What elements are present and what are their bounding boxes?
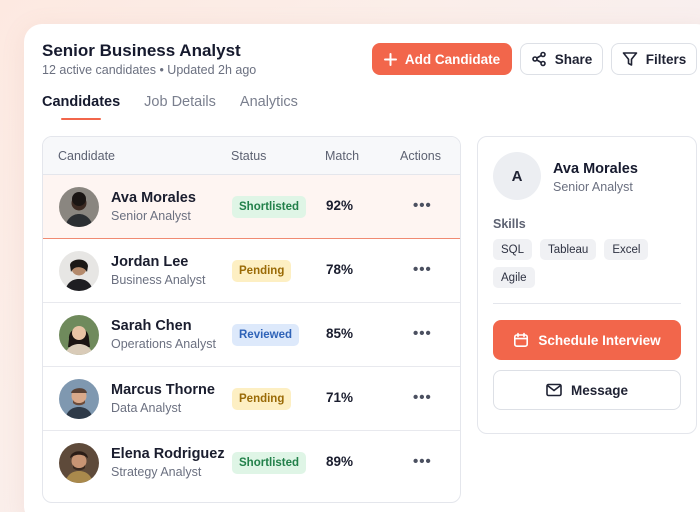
candidates-table: Candidate Status Match Actions Ava Moral… bbox=[42, 136, 461, 503]
add-candidate-label: Add Candidate bbox=[404, 51, 501, 67]
table-row[interactable]: Sarah Chen Operations Analyst Reviewed 8… bbox=[43, 303, 460, 367]
match-score: 85% bbox=[326, 326, 354, 341]
tab-job-details[interactable]: Job Details bbox=[144, 94, 216, 110]
tab-analytics[interactable]: Analytics bbox=[240, 94, 298, 110]
message-label: Message bbox=[570, 382, 629, 398]
skill-chip: Excel bbox=[604, 239, 649, 260]
column-header-status: Status bbox=[231, 149, 267, 163]
column-header-actions: Actions bbox=[400, 149, 441, 163]
avatar bbox=[59, 251, 99, 291]
match-score: 92% bbox=[326, 198, 354, 213]
table-header: Candidate Status Match Actions bbox=[43, 137, 460, 175]
share-icon bbox=[531, 51, 546, 67]
match-score: 78% bbox=[326, 262, 354, 277]
candidate-role: Strategy Analyst bbox=[111, 465, 202, 479]
add-candidate-button[interactable]: Add Candidate bbox=[372, 43, 512, 75]
avatar: A bbox=[493, 152, 541, 200]
filter-icon bbox=[622, 52, 638, 66]
active-tab-indicator bbox=[61, 118, 101, 120]
more-actions-icon[interactable]: ••• bbox=[413, 453, 432, 470]
share-button[interactable]: Share bbox=[520, 43, 603, 75]
column-header-match: Match bbox=[325, 149, 360, 163]
tab-candidates[interactable]: Candidates bbox=[42, 94, 120, 110]
status-badge: Pending bbox=[232, 388, 292, 410]
skill-chip: Tableau bbox=[540, 239, 597, 260]
candidate-name: Elena Rodriguez bbox=[111, 446, 225, 462]
more-actions-icon[interactable]: ••• bbox=[413, 389, 432, 406]
avatar bbox=[59, 379, 99, 419]
status-badge: Shortlisted bbox=[232, 452, 307, 474]
calendar-icon bbox=[514, 332, 529, 347]
candidate-name: Sarah Chen bbox=[111, 318, 192, 334]
page-title: Senior Business Analyst bbox=[42, 41, 241, 60]
detail-role: Senior Analyst bbox=[553, 180, 633, 194]
skill-chip: Agile bbox=[493, 267, 535, 288]
avatar bbox=[59, 187, 99, 227]
filters-button[interactable]: Filters bbox=[611, 43, 697, 75]
share-label: Share bbox=[554, 51, 593, 67]
more-actions-icon[interactable]: ••• bbox=[413, 261, 432, 278]
schedule-interview-label: Schedule Interview bbox=[538, 332, 661, 348]
plus-icon bbox=[383, 52, 397, 66]
status-badge: Pending bbox=[232, 260, 292, 282]
status-badge: Reviewed bbox=[232, 324, 300, 346]
candidate-name: Ava Morales bbox=[111, 190, 196, 206]
candidate-role: Senior Analyst bbox=[111, 209, 191, 223]
candidate-role: Business Analyst bbox=[111, 273, 206, 287]
filters-label: Filters bbox=[645, 51, 687, 67]
table-row[interactable]: Elena Rodriguez Strategy Analyst Shortli… bbox=[43, 431, 460, 495]
more-actions-icon[interactable]: ••• bbox=[413, 325, 432, 342]
detail-name: Ava Morales bbox=[553, 161, 638, 177]
candidate-role: Operations Analyst bbox=[111, 337, 216, 351]
avatar bbox=[59, 315, 99, 355]
more-actions-icon[interactable]: ••• bbox=[413, 197, 432, 214]
candidate-name: Jordan Lee bbox=[111, 254, 189, 270]
skills-label: Skills bbox=[493, 217, 526, 231]
skills-list: SQL Tableau Excel Agile bbox=[493, 239, 683, 288]
avatar bbox=[59, 443, 99, 483]
status-badge: Shortlisted bbox=[232, 196, 307, 218]
match-score: 71% bbox=[326, 390, 354, 405]
tab-bar: Candidates Job Details Analytics bbox=[42, 94, 298, 110]
mail-icon bbox=[546, 383, 562, 397]
match-score: 89% bbox=[326, 454, 354, 469]
column-header-candidate: Candidate bbox=[58, 149, 115, 163]
skill-chip: SQL bbox=[493, 239, 533, 260]
table-row[interactable]: Marcus Thorne Data Analyst Pending 71% •… bbox=[43, 367, 460, 431]
candidate-role: Data Analyst bbox=[111, 401, 182, 415]
candidate-detail-panel: A Ava Morales Senior Analyst Skills SQL … bbox=[477, 136, 697, 434]
candidate-name: Marcus Thorne bbox=[111, 382, 215, 398]
message-button[interactable]: Message bbox=[493, 370, 681, 410]
table-row[interactable]: Ava Morales Senior Analyst Shortlisted 9… bbox=[43, 175, 460, 239]
table-row[interactable]: Jordan Lee Business Analyst Pending 78% … bbox=[43, 239, 460, 303]
divider bbox=[493, 303, 681, 304]
page-subtitle: 12 active candidates • Updated 2h ago bbox=[42, 63, 257, 77]
schedule-interview-button[interactable]: Schedule Interview bbox=[493, 320, 681, 360]
